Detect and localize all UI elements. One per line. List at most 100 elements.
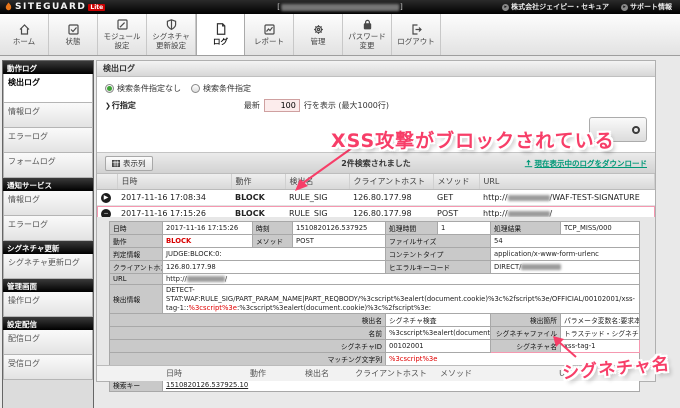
detail-proc-time: 1 bbox=[438, 222, 491, 235]
top-bar: SITEGUARD Lite [ ] ▸ 株式会社ジェイピー・セキュア ▸ サポ… bbox=[0, 0, 680, 14]
bracket-open: [ bbox=[277, 3, 280, 11]
sidebar-item-info-log[interactable]: 情報ログ bbox=[3, 103, 93, 128]
sidebar-item-notify-info-log[interactable]: 情報ログ bbox=[3, 191, 93, 216]
col-datetime: 日時 bbox=[117, 366, 231, 382]
detail-method: POST bbox=[293, 235, 386, 248]
col-action: 動作 bbox=[231, 366, 285, 382]
nav-module-settings[interactable]: モジュール設定 bbox=[98, 14, 147, 55]
cell-method: GET bbox=[433, 190, 479, 206]
detail-sig-name-highlighted: xss-tag-1 bbox=[561, 340, 640, 353]
sidebar-item-detect-log[interactable]: 検出ログ bbox=[3, 74, 93, 103]
company-link[interactable]: ▸ 株式会社ジェイピー・セキュア bbox=[502, 2, 609, 12]
status-check-icon bbox=[67, 23, 80, 36]
sidebar-item-operation-log[interactable]: 操作ログ bbox=[3, 292, 93, 317]
masked-host bbox=[508, 195, 550, 201]
col-action: 動作 bbox=[231, 174, 285, 190]
detail-action-label: 動作 bbox=[110, 235, 163, 248]
radio-no-search-condition[interactable]: 検索条件指定なし bbox=[105, 83, 181, 94]
col-datetime: 日時 bbox=[117, 174, 231, 190]
nav-status[interactable]: 状態 bbox=[49, 14, 98, 55]
search-key-link[interactable]: 1510820126.537925.10 bbox=[166, 381, 248, 389]
detail-action: BLOCK bbox=[163, 235, 253, 248]
support-link[interactable]: ▸ サポート情報 bbox=[621, 2, 672, 12]
nav-password-change[interactable]: パスワード変更 bbox=[343, 14, 392, 55]
detail-judge: JUDGE:BLOCK:0: bbox=[163, 248, 386, 261]
nav-label: 状態 bbox=[66, 38, 81, 47]
sidebar-section-title: シグネチャ更新 bbox=[3, 241, 93, 254]
detail-detect-info: DETECT-STAT:WAF:RULE_SIG/PART_PARAM_NAME… bbox=[163, 285, 640, 314]
detail-hierarchy-label: ヒエラルキーコード bbox=[386, 261, 491, 274]
sidebar-section-title: 通知サービス bbox=[3, 178, 93, 191]
detail-detect-name-label: 検出名 bbox=[110, 314, 386, 327]
detail-time-label: 時刻 bbox=[253, 222, 293, 235]
cell-action: BLOCK bbox=[231, 190, 285, 206]
server-name-masked: [ ] bbox=[277, 3, 402, 11]
col-url: URL bbox=[479, 174, 655, 190]
download-log-link[interactable]: 現在表示中のログをダウンロード bbox=[524, 158, 648, 169]
detail-content-type: application/x-www-form-urlenc bbox=[491, 248, 640, 261]
sidebar-section-title: 設定配信 bbox=[3, 317, 93, 330]
expand-row-icon[interactable]: ▶ bbox=[101, 193, 111, 203]
detail-hierarchy: DIRECT/ bbox=[491, 261, 640, 274]
row-count-input[interactable] bbox=[264, 99, 300, 112]
masked-text bbox=[281, 4, 399, 11]
detail-sig-file-label: シグネチャファイル bbox=[491, 327, 561, 340]
nav-label: 管理 bbox=[311, 38, 326, 47]
radio-search-condition[interactable]: 検索条件指定 bbox=[191, 83, 251, 94]
nav-log[interactable]: ログ bbox=[196, 14, 245, 55]
col-client-host: クライアントホスト bbox=[349, 174, 433, 190]
report-chart-icon bbox=[263, 23, 276, 36]
col-detect-name: 検出名 bbox=[285, 366, 349, 382]
download-icon bbox=[524, 159, 533, 168]
detail-filesize-label: ファイルサイズ bbox=[386, 235, 491, 248]
detail-method-label: メソッド bbox=[253, 235, 293, 248]
shield-icon bbox=[165, 18, 178, 31]
sidebar-item-signature-update-log[interactable]: シグネチャ更新ログ bbox=[3, 254, 93, 279]
detail-name-label: 名前 bbox=[110, 327, 386, 340]
sidebar-item-receive-log[interactable]: 受信ログ bbox=[3, 355, 93, 380]
log-row-1[interactable]: ▶ 2017-11-16 17:08:34 BLOCK RULE_SIG 126… bbox=[97, 190, 655, 206]
support-link-label: サポート情報 bbox=[630, 2, 672, 12]
detail-sig-file: トラステッド・シグネチャ bbox=[561, 327, 640, 340]
detail-proc-result-label: 処理結果 bbox=[491, 222, 561, 235]
detail-location: パラメータ変数名:要求本文 bbox=[561, 314, 640, 327]
brand-name: SITEGUARD bbox=[15, 2, 86, 12]
detail-time: 1510820126.537925 bbox=[293, 222, 386, 235]
latest-label: 最新 bbox=[244, 100, 260, 111]
col-detect-name: 検出名 bbox=[285, 174, 349, 190]
nav-report[interactable]: レポート bbox=[245, 14, 294, 55]
panel-title: 検出ログ bbox=[97, 61, 655, 77]
bracket-close: ] bbox=[400, 3, 403, 11]
sidebar-section-title: 動作ログ bbox=[3, 61, 93, 74]
detail-filesize: 54 bbox=[491, 235, 640, 248]
link-icon: ▸ bbox=[621, 4, 628, 11]
nav-label2: 変更 bbox=[360, 41, 375, 50]
detail-sig-id-label: シグネチャID bbox=[110, 340, 386, 353]
sidebar-item-error-log[interactable]: エラーログ bbox=[3, 128, 93, 153]
brand-logo: SITEGUARD Lite bbox=[0, 2, 105, 13]
matched-string-highlight: %3cscript%3e bbox=[189, 304, 237, 312]
display-columns-button[interactable]: 表示列 bbox=[105, 156, 153, 171]
lock-icon bbox=[361, 18, 374, 31]
col-method: メソッド bbox=[433, 174, 479, 190]
radio-unselected-icon bbox=[191, 84, 200, 93]
detail-detect-name: シグネチャ検査 bbox=[386, 314, 491, 327]
row-spec-toggle[interactable]: ❯行指定 bbox=[105, 100, 136, 111]
sidebar-item-form-log[interactable]: フォームログ bbox=[3, 153, 93, 178]
col-client-host: クライアントホスト bbox=[349, 366, 433, 382]
sidebar-item-notify-error-log[interactable]: エラーログ bbox=[3, 216, 93, 241]
nav-signature-update-settings[interactable]: シグネチャ更新設定 bbox=[147, 14, 196, 55]
nav-label: ログアウト bbox=[397, 38, 435, 47]
nav-management[interactable]: 管理 bbox=[294, 14, 343, 55]
nav-logout[interactable]: ログアウト bbox=[392, 14, 441, 55]
nav-home[interactable]: ホーム bbox=[0, 14, 49, 55]
sidebar-item-delivery-log[interactable]: 配信ログ bbox=[3, 330, 93, 355]
log-sidebar: 動作ログ 検出ログ 情報ログ エラーログ フォームログ 通知サービス 情報ログ … bbox=[2, 60, 94, 408]
sidebar-section-title: 管理画面 bbox=[3, 279, 93, 292]
detail-name: %3cscript%3ealert(document.cookie)%3 bbox=[386, 327, 491, 340]
chevron-right-icon: ❯ bbox=[105, 102, 111, 110]
log-page-icon bbox=[214, 22, 228, 36]
row-count-suffix: 行を表示 (最大1000行) bbox=[304, 100, 389, 111]
detail-sig-id: 00102001 bbox=[386, 340, 491, 353]
radio-label: 検索条件指定なし bbox=[117, 83, 181, 94]
